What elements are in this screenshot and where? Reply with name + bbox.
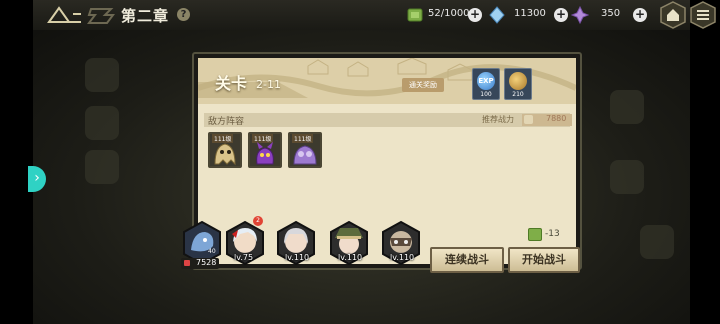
hero-level: lv.110 <box>390 253 415 262</box>
coin-reward-amount: 210 <box>512 91 524 98</box>
help-icon[interactable]: ? <box>177 8 190 21</box>
stamina-cube-icon <box>406 6 424 24</box>
enemy-lineup-label: 敌方阵容 <box>208 117 245 127</box>
right-letterbox <box>690 0 720 324</box>
menu-button[interactable] <box>690 1 716 29</box>
enemy-card[interactable]: 111级 <box>288 132 322 168</box>
crystal-resource: 11300 + <box>488 6 568 24</box>
back-button[interactable] <box>47 4 83 26</box>
enemy-card[interactable]: 111级 <box>248 132 282 168</box>
home-icon <box>660 1 686 29</box>
stage-header: 关卡 2-11 通关奖励 EXP 100 210 <box>198 58 576 104</box>
leader-power: 7528 <box>181 258 219 269</box>
team-hero-slot[interactable]: lv.110 <box>328 220 370 266</box>
background-tile <box>610 160 644 194</box>
menu-icon <box>690 1 716 29</box>
coin-reward[interactable]: 210 <box>504 68 532 100</box>
stamina-resource: 52/1000 + <box>406 6 486 24</box>
clear-reward-label: 通关奖励 <box>402 78 444 92</box>
background-tile <box>85 58 119 92</box>
stamina-cube-icon <box>528 228 542 241</box>
purple-gem-icon <box>570 5 590 25</box>
leader-level-fragment: 40 <box>208 248 216 255</box>
team-hero-slot[interactable]: lv.75 <box>224 220 266 266</box>
left-letterbox <box>0 0 33 324</box>
crystal-icon <box>488 6 506 24</box>
notification-badge: 2 <box>253 216 263 226</box>
stage-number: 2-11 <box>256 78 281 91</box>
background-tile <box>85 106 119 140</box>
top-bar: 第二章 ? 52/1000 + 11300 + 350 + <box>33 0 690 30</box>
recommended-power-box: 7880 <box>522 114 572 126</box>
background-tile <box>610 90 644 124</box>
gem-resource: 350 + <box>570 5 651 25</box>
enemy-lineup-bar: 敌方阵容 推荐战力 7880 <box>204 113 572 127</box>
auto-battle-button[interactable]: 连续战斗 <box>430 247 504 273</box>
recommended-power-label: 推荐战力 <box>482 115 514 124</box>
add-stamina-button[interactable]: + <box>468 8 482 22</box>
add-crystal-button[interactable]: + <box>554 8 568 22</box>
hero-level: lv.75 <box>234 253 254 262</box>
chapter-emblem-icon <box>87 5 115 25</box>
background-tile <box>640 225 674 259</box>
start-battle-button[interactable]: 开始战斗 <box>508 247 580 273</box>
exp-icon: EXP <box>477 72 495 90</box>
crystal-value: 11300 <box>514 8 546 19</box>
back-arrow-icon <box>47 6 81 23</box>
power-fist-icon <box>524 115 533 124</box>
stage-title: 关卡 <box>215 74 248 93</box>
coin-icon <box>509 72 527 90</box>
stamina-cost-value: -13 <box>545 229 560 239</box>
recommended-power-value: 7880 <box>546 114 567 123</box>
tan-ghost-enemy-icon <box>214 143 236 166</box>
exp-reward-amount: 100 <box>480 91 492 98</box>
exp-reward[interactable]: EXP 100 <box>472 68 500 100</box>
leader-power-value: 7528 <box>196 258 217 267</box>
add-gem-button[interactable]: + <box>633 8 647 22</box>
team-hero-slot[interactable]: lv.110 <box>275 220 317 266</box>
team-hero-slot[interactable]: lv.110 <box>380 220 422 266</box>
hero-level: lv.110 <box>285 253 310 262</box>
background-tile <box>85 150 119 184</box>
enemy-card[interactable]: 111级 <box>208 132 242 168</box>
hero-level: lv.110 <box>338 253 363 262</box>
chapter-title: 第二章 <box>121 7 170 25</box>
power-icon <box>184 260 190 266</box>
stamina-value: 52/1000 <box>428 8 470 19</box>
purple-slime-enemy-icon <box>293 145 317 165</box>
gem-value: 350 <box>601 8 621 19</box>
purple-imp-enemy-icon <box>256 142 274 165</box>
home-button[interactable] <box>660 1 686 29</box>
